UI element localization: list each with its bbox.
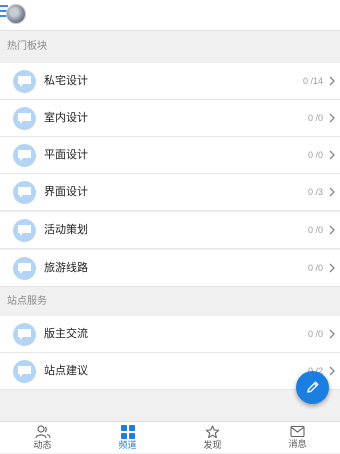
forum-row-events[interactable]: 活动策划 0 /0 (0, 212, 340, 249)
section-header-hot: 热门板块 (7, 41, 47, 52)
chevron-right-icon (329, 263, 335, 273)
forum-row-travel[interactable]: 旅游线路 0 /0 (0, 250, 340, 287)
tab-messages[interactable]: 消息 (255, 422, 340, 454)
forum-row-private-house[interactable]: 私宅设计 0 /14 (0, 63, 340, 100)
chat-bubble-icon (13, 181, 36, 204)
chat-bubble-icon (13, 70, 36, 93)
chat-bubble-icon (13, 144, 36, 167)
chat-bubble-icon (13, 323, 36, 346)
tab-label: 频道 (118, 440, 137, 450)
tab-discover[interactable]: 发现 (170, 422, 255, 454)
forum-count: 0 /0 (307, 329, 323, 339)
forum-label: 旅游线路 (44, 262, 88, 274)
grid-icon (120, 425, 135, 439)
chevron-right-icon (329, 329, 335, 339)
forum-count: 0 /0 (307, 150, 323, 160)
forum-row-moderators[interactable]: 版主交流 0 /0 (0, 316, 340, 353)
forum-row-graphic[interactable]: 平面设计 0 /0 (0, 137, 340, 174)
tab-label: 动态 (33, 440, 52, 450)
forum-label: 平面设计 (44, 149, 88, 161)
chevron-right-icon (329, 76, 335, 86)
chevron-right-icon (329, 150, 335, 160)
forum-row-interior[interactable]: 室内设计 0 /0 (0, 100, 340, 137)
forum-row-suggestions[interactable]: 站点建议 0 /2 (0, 353, 340, 390)
chat-bubble-icon (13, 257, 36, 280)
top-header (0, 0, 340, 31)
tab-label: 消息 (288, 439, 307, 449)
forum-count: 0 /0 (307, 113, 323, 123)
forum-count: 0 /0 (307, 263, 323, 273)
compose-button[interactable] (296, 371, 329, 404)
forum-label: 站点建议 (44, 365, 88, 377)
tab-channels[interactable]: 频道 (85, 422, 170, 454)
mail-icon (290, 425, 305, 438)
forum-label: 版主交流 (44, 328, 88, 340)
forum-label: 活动策划 (44, 224, 88, 236)
forum-count: 0 /14 (302, 76, 323, 86)
forum-count: 0 /3 (307, 187, 323, 197)
chevron-right-icon (329, 113, 335, 123)
chat-bubble-icon (13, 107, 36, 130)
forum-label: 界面设计 (44, 186, 88, 198)
section-header-site: 站点服务 (7, 296, 47, 307)
chat-bubble-icon (13, 219, 36, 242)
chevron-right-icon (329, 366, 335, 376)
star-icon (205, 425, 220, 439)
bottom-tab-bar: 动态 频道 发现 消息 (0, 421, 340, 453)
forum-count: 0 /0 (307, 225, 323, 235)
people-icon (34, 425, 51, 439)
tab-activity[interactable]: 动态 (0, 422, 85, 454)
avatar[interactable] (6, 4, 26, 24)
forum-label: 私宅设计 (44, 75, 88, 87)
chat-bubble-icon (13, 360, 36, 383)
forum-row-ui[interactable]: 界面设计 0 /3 (0, 174, 340, 211)
chevron-right-icon (329, 225, 335, 235)
pencil-icon (307, 381, 319, 393)
tab-label: 发现 (203, 440, 222, 450)
chevron-right-icon (329, 187, 335, 197)
forum-label: 室内设计 (44, 112, 88, 124)
